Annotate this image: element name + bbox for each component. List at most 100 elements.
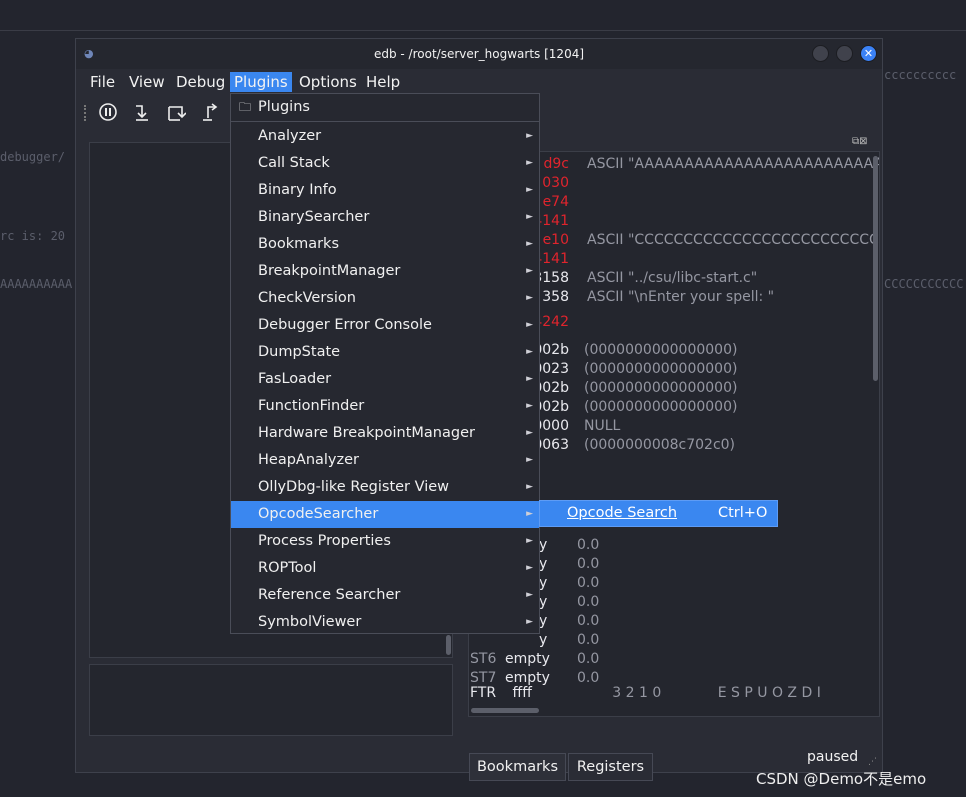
disassembly-scrollbar[interactable]: [446, 635, 451, 655]
fpu-state: y: [539, 537, 548, 553]
plugin-menu-item-label: HeapAnalyzer: [258, 452, 360, 468]
plugin-menu-item[interactable]: DumpState ►: [231, 339, 539, 366]
plugin-menu-item-label: FasLoader: [258, 371, 332, 387]
plugin-menu-item[interactable]: Debugger Error Console ►: [231, 312, 539, 339]
dock-float-icon[interactable]: ⧉⊠: [852, 136, 876, 149]
plugin-menu-item[interactable]: OpcodeSearcher ►: [231, 501, 539, 528]
fpu-value: 0.0: [577, 613, 600, 629]
status-pane: [89, 664, 453, 736]
register-comment: (0000000000000000): [584, 399, 738, 415]
step-out-icon[interactable]: [200, 102, 220, 122]
pause-icon[interactable]: [98, 102, 118, 122]
submenu-arrow-icon: ►: [526, 590, 533, 600]
plugin-menu-item[interactable]: OllyDbg-like Register View ►: [231, 474, 539, 501]
submenu-arrow-icon: ►: [526, 320, 533, 330]
registers-horizontal-scrollbar[interactable]: [471, 708, 539, 713]
menu-plugins[interactable]: Plugins: [230, 72, 292, 92]
folder-icon: 🗀: [239, 100, 252, 114]
fpu-name: ST6: [470, 651, 497, 667]
ftr-flags: E S P U O Z D I: [717, 685, 821, 701]
menu-bar: File View Debug Plugins Options Help: [76, 69, 882, 93]
plugin-menu-item-label: SymbolViewer: [258, 614, 362, 630]
fpu-value: 0.0: [577, 632, 600, 648]
plugin-menu-item[interactable]: Call Stack ►: [231, 150, 539, 177]
tab-registers[interactable]: Registers: [568, 753, 653, 781]
opcode-search-item[interactable]: Opcode Search: [567, 501, 677, 526]
fpu-value: 0.0: [577, 651, 600, 667]
maximize-button[interactable]: [836, 45, 853, 62]
fpu-value: 0.0: [577, 556, 600, 572]
step-over-icon[interactable]: [166, 102, 187, 122]
plugin-menu-item-label: Process Properties: [258, 533, 391, 549]
toolbar: [80, 99, 240, 125]
ftr-row: FTR ffff 3 2 1 0 E S P U O Z D I: [470, 684, 821, 703]
fpu-row[interactable]: ST6 empty 0.0: [470, 650, 670, 669]
menu-options[interactable]: Options: [295, 72, 361, 92]
plugins-dropdown: 🗀 Plugins Analyzer ► Call Stack ► Binary Inf…: [230, 93, 540, 634]
plugin-menu-item-label: ROPTool: [258, 560, 317, 576]
register-comment: (0000000000000000): [584, 361, 738, 377]
plugin-menu-item-label: Bookmarks: [258, 236, 340, 252]
background-divider: [0, 30, 966, 31]
menu-debug[interactable]: Debug: [172, 72, 229, 92]
submenu-arrow-icon: ►: [526, 509, 533, 519]
window-title: edb - /root/server_hogwarts [1204]: [373, 47, 585, 61]
submenu-arrow-icon: ►: [526, 347, 533, 357]
submenu-arrow-icon: ►: [526, 185, 533, 195]
minimize-button[interactable]: [812, 45, 829, 62]
opcode-searcher-submenu[interactable]: Opcode Search Ctrl+O: [539, 500, 778, 527]
register-comment: ASCII "\nEnter your spell: ": [587, 289, 775, 305]
plugin-menu-item[interactable]: Binary Info ►: [231, 177, 539, 204]
background-terminal-text: rc is: 20: [0, 229, 66, 243]
submenu-arrow-icon: ►: [526, 266, 533, 276]
menu-help[interactable]: Help: [362, 72, 404, 92]
plugin-menu-item-label: Analyzer: [258, 128, 322, 144]
plugin-menu-item-label: Binary Info: [258, 182, 337, 198]
submenu-arrow-icon: ►: [526, 563, 533, 573]
submenu-arrow-icon: ►: [526, 293, 533, 303]
plugin-menu-item[interactable]: Process Properties ►: [231, 528, 539, 555]
plugin-menu-item[interactable]: Analyzer ►: [231, 123, 539, 150]
toolbar-grip[interactable]: [84, 105, 89, 121]
registers-vertical-scrollbar[interactable]: [873, 156, 878, 381]
submenu-arrow-icon: ►: [526, 131, 533, 141]
register-comment: ASCII "../csu/libc-start.c": [587, 270, 758, 286]
plugin-menu-item[interactable]: Reference Searcher ►: [231, 582, 539, 609]
close-button[interactable]: ✕: [860, 45, 877, 62]
fpu-state: y: [539, 613, 548, 629]
menu-view[interactable]: View: [125, 72, 169, 92]
submenu-arrow-icon: ►: [526, 401, 533, 411]
plugin-menu-item[interactable]: CheckVersion ►: [231, 285, 539, 312]
tab-bookmarks[interactable]: Bookmarks: [469, 753, 566, 781]
submenu-arrow-icon: ►: [526, 455, 533, 465]
submenu-arrow-icon: ►: [526, 428, 533, 438]
resize-grip-icon[interactable]: ⋰: [868, 757, 877, 767]
submenu-arrow-icon: ►: [526, 617, 533, 627]
status-text: paused: [807, 749, 859, 765]
plugin-menu-item-label: Call Stack: [258, 155, 330, 171]
watermark: CSDN @Demo不是emo: [756, 770, 927, 788]
title-bar: ◕ edb - /root/server_hogwarts [1204] ✕: [76, 39, 882, 69]
fpu-value: 0.0: [577, 594, 600, 610]
plugin-menu-item[interactable]: HeapAnalyzer ►: [231, 447, 539, 474]
submenu-arrow-icon: ►: [526, 482, 533, 492]
plugin-menu-item[interactable]: ROPTool ►: [231, 555, 539, 582]
plugin-menu-item[interactable]: BinarySearcher ►: [231, 204, 539, 231]
menu-separator: [231, 121, 539, 122]
plugin-menu-item-label: DumpState: [258, 344, 341, 360]
ftr-bits: 3 2 1 0: [612, 685, 662, 701]
background-terminal-text: debugger/: [0, 150, 66, 164]
plugin-menu-item[interactable]: SymbolViewer ►: [231, 609, 539, 636]
fpu-state: y: [539, 632, 548, 648]
plugins-header: 🗀 Plugins: [231, 94, 539, 121]
plugin-menu-item[interactable]: BreakpointManager ►: [231, 258, 539, 285]
menu-file[interactable]: File: [86, 72, 119, 92]
ftr-label: FTR: [470, 685, 497, 701]
fpu-state: empty: [505, 651, 550, 667]
plugin-menu-item[interactable]: FasLoader ►: [231, 366, 539, 393]
plugin-menu-item[interactable]: Hardware BreakpointManager ►: [231, 420, 539, 447]
register-comment: (0000000000000000): [584, 342, 738, 358]
plugin-menu-item[interactable]: FunctionFinder ►: [231, 393, 539, 420]
step-into-icon[interactable]: [132, 102, 152, 122]
plugin-menu-item[interactable]: Bookmarks ►: [231, 231, 539, 258]
